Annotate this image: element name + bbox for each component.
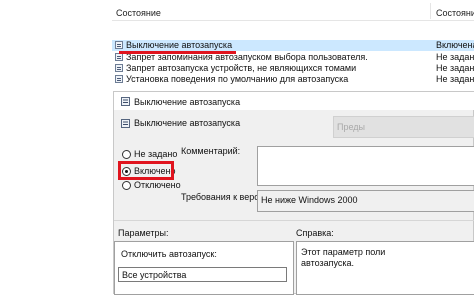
policy-list: Состояние Состояние Выключение автозапус… [112,0,474,90]
radio-disabled-label[interactable]: Отключено [134,180,181,190]
list-header: Состояние Состояние [112,0,474,21]
comment-textbox[interactable] [257,146,474,186]
radio-disabled[interactable] [122,181,131,190]
policy-row-disable-autorun[interactable]: Выключение автозапуска Включена [112,40,474,51]
requirements-value: Не ниже Windows 2000 [261,195,358,205]
separator [114,220,474,221]
policy-dialog: Выключение автозапуска Выключение автоза… [113,91,474,295]
policy-setting-icon [115,75,123,83]
help-text-line-1: Этот параметр поли [301,247,386,257]
previous-setting-button[interactable]: Преды [333,116,474,138]
policy-row-state: Не задана [436,63,474,73]
highlight-box [118,161,174,180]
help-label: Справка: [296,228,334,238]
policy-setting-icon [115,41,123,49]
policy-setting-icon [121,119,130,128]
policy-row-default-behavior[interactable]: Установка поведения по умолчанию для авт… [112,74,474,85]
dialog-title-bar[interactable]: Выключение автозапуска [114,92,474,110]
requirements-box: Не ниже Windows 2000 [257,190,474,212]
column-header-state-2[interactable]: Состояние [436,8,474,18]
dialog-title: Выключение автозапуска [134,97,241,107]
policy-row-name: Запрет автозапуска устройств, не являющи… [126,63,357,73]
highlight-underline [119,51,236,54]
previous-setting-label: Преды [337,122,366,132]
policy-name: Выключение автозапуска [134,118,241,128]
column-divider[interactable] [430,3,431,19]
help-panel: Этот параметр поли автозапуска. [296,241,474,295]
policy-row-state: Включена [436,40,474,50]
policy-row-state: Не задана [436,74,474,84]
help-text-line-2: автозапуска. [301,258,355,268]
dropdown-value: Все устройства [122,270,187,280]
parameters-label: Параметры: [118,228,169,238]
policy-setting-icon [115,64,123,72]
column-header-state[interactable]: Состояние [116,8,161,18]
radio-not-configured-label[interactable]: Не задано [134,149,177,159]
autorun-devices-dropdown[interactable]: Все устройства [118,267,287,282]
policy-row-name: Установка поведения по умолчанию для авт… [126,74,349,84]
comment-label: Комментарий: [181,146,241,156]
policy-setting-icon [115,53,123,61]
policy-window-icon [121,97,130,106]
disable-autorun-label: Отключить автозапуск: [121,249,217,259]
policy-row-name: Выключение автозапуска [126,40,233,50]
radio-not-configured[interactable] [122,150,131,159]
policy-row-state: Не задана [436,52,474,62]
policy-row-non-volume-devices[interactable]: Запрет автозапуска устройств, не являющи… [112,63,474,74]
